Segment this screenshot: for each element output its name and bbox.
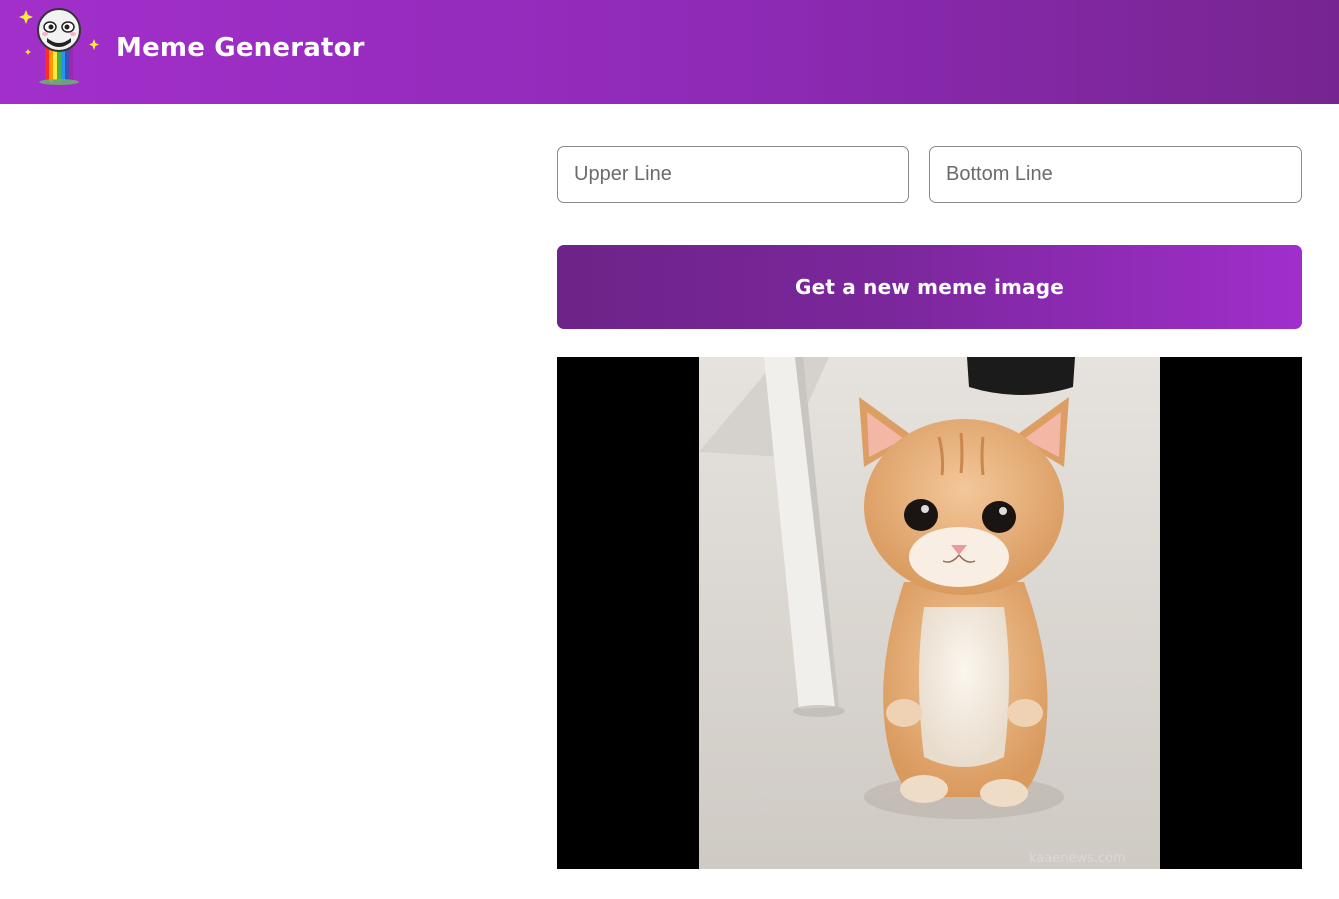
app-title: Meme Generator [116, 33, 365, 63]
upper-line-input[interactable] [557, 146, 909, 203]
rainbow-face-logo-icon [19, 8, 99, 85]
meme-image: kaaenews.com [699, 357, 1160, 869]
meme-watermark: kaaenews.com [1029, 851, 1126, 866]
app-header: Meme Generator [0, 0, 1339, 104]
meme-image-frame: kaaenews.com [557, 357, 1302, 869]
get-new-meme-button[interactable]: Get a new meme image [557, 245, 1302, 329]
bottom-line-input[interactable] [929, 146, 1302, 203]
